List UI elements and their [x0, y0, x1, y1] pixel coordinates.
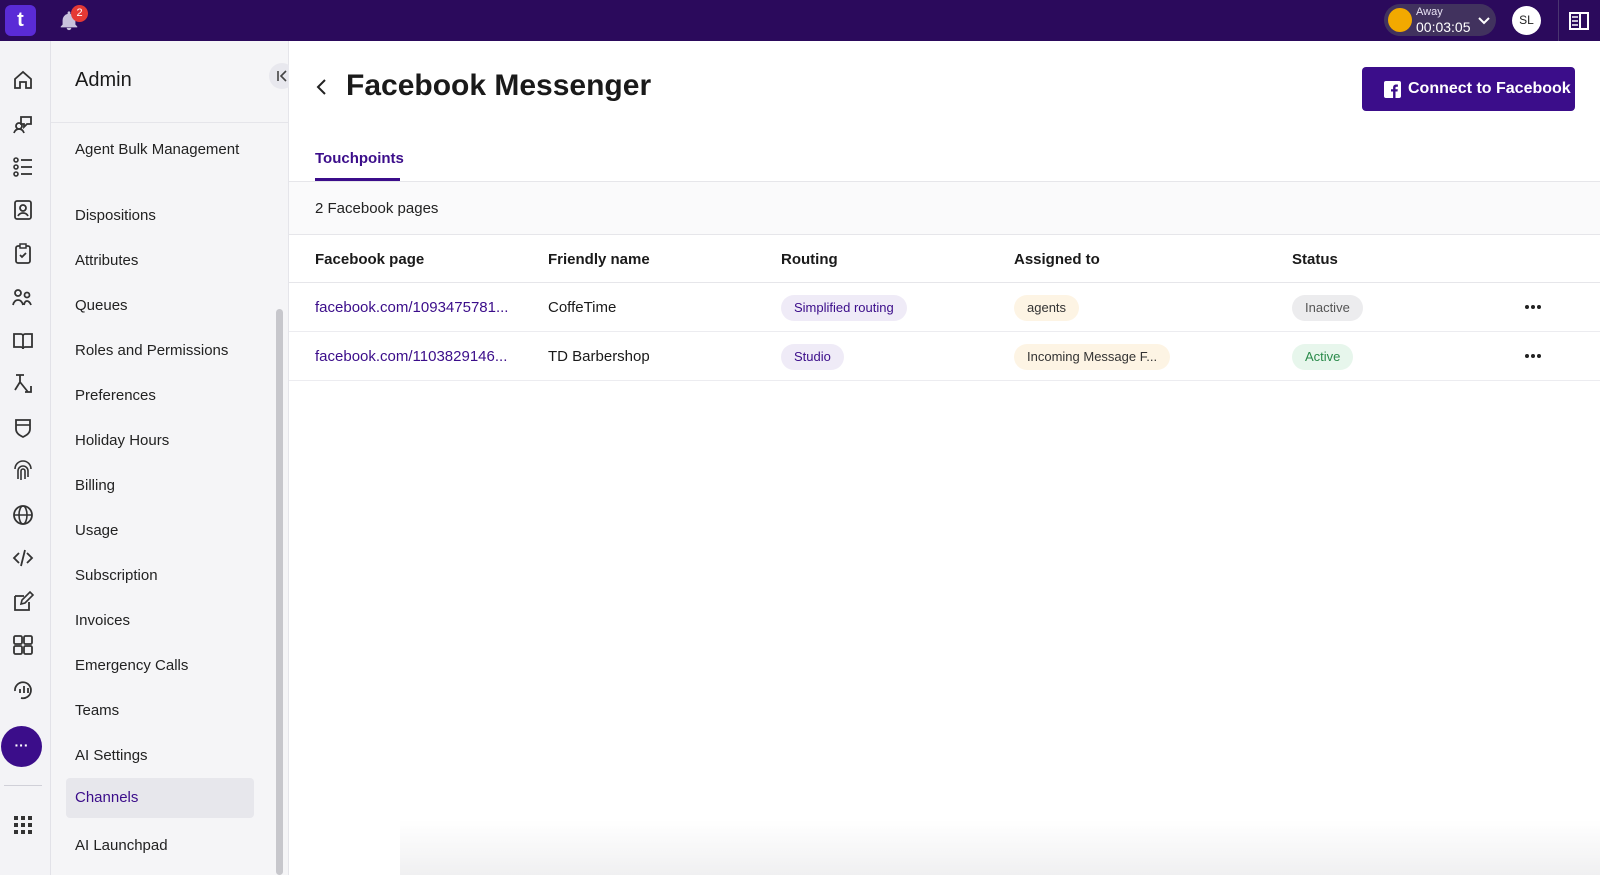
table-row[interactable]: facebook.com/1103829146... TD Barbershop… [289, 332, 1600, 381]
routing-chip: Simplified routing [781, 295, 907, 321]
edit-icon[interactable] [11, 590, 35, 614]
sidebar-item-invoices[interactable]: Invoices [66, 609, 254, 632]
contacts-icon[interactable] [11, 198, 35, 222]
status-label: Away [1416, 6, 1443, 18]
conversations-icon[interactable] [11, 111, 35, 135]
sidebar-item-ai-launchpad[interactable]: AI Launchpad [66, 834, 254, 857]
facebook-page-link[interactable]: facebook.com/1103829146... [315, 348, 507, 365]
more-options-icon[interactable] [1523, 348, 1543, 364]
sidebar-item-teams[interactable]: Teams [66, 699, 254, 722]
top-bar: t 2 Away 00:03:05 SL [0, 0, 1600, 41]
friendly-name: TD Barbershop [548, 348, 650, 365]
sidebar-item-subscription[interactable]: Subscription [66, 564, 254, 587]
rail-divider [4, 785, 42, 786]
knowledge-icon[interactable] [11, 329, 35, 353]
admin-sidebar: Admin Agent Bulk Management Dispositions… [51, 41, 289, 875]
active-tab-indicator [315, 178, 400, 181]
results-count: 2 Facebook pages [315, 200, 439, 217]
sidebar-item-attributes[interactable]: Attributes [66, 249, 254, 272]
sidebar-item-holiday-hours[interactable]: Holiday Hours [66, 429, 254, 452]
status-selector[interactable]: Away 00:03:05 [1384, 4, 1496, 36]
sidebar-scrollbar[interactable] [273, 124, 285, 875]
fingerprint-icon[interactable] [11, 459, 35, 483]
bottom-shadow [400, 820, 1600, 875]
teams-icon[interactable] [11, 285, 35, 309]
analytics-icon[interactable] [11, 677, 35, 701]
chevron-down-icon [1478, 17, 1490, 25]
topbar-divider [1558, 0, 1559, 41]
tab-bar: Touchpoints [289, 140, 1600, 182]
column-header-friendly-name[interactable]: Friendly name [548, 251, 650, 268]
status-timer: 00:03:05 [1416, 19, 1471, 35]
facebook-page-link[interactable]: facebook.com/1093475781... [315, 299, 508, 316]
list-icon[interactable] [11, 155, 35, 179]
avatar[interactable]: SL [1512, 6, 1541, 35]
more-options-icon[interactable] [1523, 299, 1543, 315]
sidebar-item-preferences[interactable]: Preferences [66, 384, 254, 407]
workflow-icon[interactable] [11, 372, 35, 396]
tab-touchpoints[interactable]: Touchpoints [315, 150, 404, 167]
assigned-chip: agents [1014, 295, 1080, 321]
column-header-facebook-page[interactable]: Facebook page [315, 251, 424, 268]
sidebar-item-agent-bulk-management[interactable]: Agent Bulk Management [66, 138, 254, 161]
sidebar-title: Admin [75, 69, 132, 91]
assigned-chip: Incoming Message F... [1014, 344, 1171, 370]
sidebar-item-queues[interactable]: Queues [66, 294, 254, 317]
notification-badge: 2 [71, 5, 88, 22]
tasks-icon[interactable] [11, 242, 35, 266]
code-icon[interactable] [11, 546, 35, 570]
grid-icon[interactable] [11, 633, 35, 657]
sidebar-scrollbar-thumb[interactable] [276, 309, 283, 875]
sidebar-item-ai-settings[interactable]: AI Settings [66, 744, 254, 767]
friendly-name: CoffeTime [548, 299, 617, 316]
sidebar-item-roles-and-permissions[interactable]: Roles and Permissions [66, 339, 254, 362]
table-row[interactable]: facebook.com/1093475781... CoffeTime Sim… [289, 283, 1600, 332]
main-content: Facebook Messenger Connect to Facebook T… [289, 41, 1600, 875]
status-badge: Inactive [1292, 295, 1363, 321]
icon-rail: ··· [0, 41, 51, 875]
sidebar-item-channels[interactable]: Channels [66, 778, 254, 818]
sidebar-item-dispositions[interactable]: Dispositions [66, 204, 254, 227]
home-icon[interactable] [11, 68, 35, 92]
table-header: Facebook page Friendly name Routing Assi… [289, 235, 1600, 283]
status-badge: Active [1292, 344, 1354, 370]
page-title: Facebook Messenger [346, 69, 652, 102]
app-logo[interactable]: t [5, 5, 36, 36]
more-apps-button[interactable]: ··· [1, 726, 42, 767]
facebook-icon [1384, 81, 1401, 98]
column-header-routing[interactable]: Routing [781, 251, 838, 268]
column-header-assigned-to[interactable]: Assigned to [1014, 251, 1100, 268]
sidebar-item-billing[interactable]: Billing [66, 474, 254, 497]
results-count-bar: 2 Facebook pages [289, 182, 1600, 235]
sidebar-item-usage[interactable]: Usage [66, 519, 254, 542]
apps-grid-icon[interactable] [11, 813, 35, 837]
sidebar-item-emergency-calls[interactable]: Emergency Calls [66, 654, 254, 677]
column-header-status[interactable]: Status [1292, 251, 1338, 268]
shield-icon[interactable] [11, 416, 35, 440]
connect-to-facebook-button[interactable]: Connect to Facebook [1362, 67, 1575, 111]
away-status-icon [1388, 8, 1412, 32]
connect-button-label: Connect to Facebook [1408, 80, 1571, 97]
globe-icon[interactable] [11, 503, 35, 527]
back-arrow-icon[interactable] [312, 77, 332, 97]
routing-chip: Studio [781, 344, 844, 370]
sidebar-header: Admin [51, 41, 288, 123]
side-panel-icon[interactable] [1568, 10, 1590, 32]
